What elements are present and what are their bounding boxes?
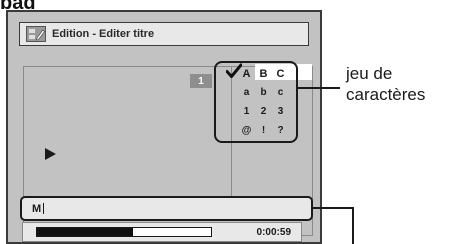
status-bar: 0:00:59	[22, 222, 302, 242]
text-entry-callout-line-vertical	[352, 207, 354, 244]
charset-callout-label: jeu de caractères	[346, 64, 426, 104]
text-entry-callout-line	[313, 207, 354, 209]
charset-char: B	[259, 67, 268, 80]
elapsed-time: 0:00:59	[256, 227, 291, 238]
text-cursor	[43, 203, 45, 214]
charset-char: c	[277, 87, 284, 98]
charset-char: ?	[277, 125, 284, 136]
charset-grid: A B C a b c 1 2 3 @ ! ?	[238, 64, 298, 140]
title-text-value: M	[32, 202, 42, 215]
dialog-title-bar: Edition - Editer titre	[19, 22, 309, 46]
charset-row-symbols[interactable]: @ ! ?	[238, 121, 298, 140]
charset-char: 1	[243, 106, 250, 117]
charset-char: 3	[277, 106, 284, 117]
edit-screen-icon	[26, 26, 46, 42]
charset-callout-line	[298, 87, 340, 89]
charset-char: C	[276, 67, 285, 80]
charset-char: @	[241, 125, 252, 136]
charset-row-uppercase[interactable]: A B C	[238, 64, 298, 83]
charset-char: b	[260, 87, 267, 98]
progress-bar	[36, 227, 212, 237]
play-icon	[45, 148, 56, 160]
charset-char: 2	[260, 106, 267, 117]
progress-fill	[37, 228, 133, 236]
chapter-number-badge: 1	[190, 74, 212, 88]
charset-char: a	[243, 87, 250, 98]
charset-char: !	[261, 125, 266, 136]
charset-row-numbers[interactable]: 1 2 3	[238, 102, 298, 121]
page-heading-fragment: pag	[0, 0, 60, 9]
title-text-input[interactable]: M	[20, 196, 313, 221]
dialog-title: Edition - Editer titre	[52, 28, 155, 40]
charset-char: A	[242, 67, 251, 80]
charset-row-lowercase[interactable]: a b c	[238, 83, 298, 102]
